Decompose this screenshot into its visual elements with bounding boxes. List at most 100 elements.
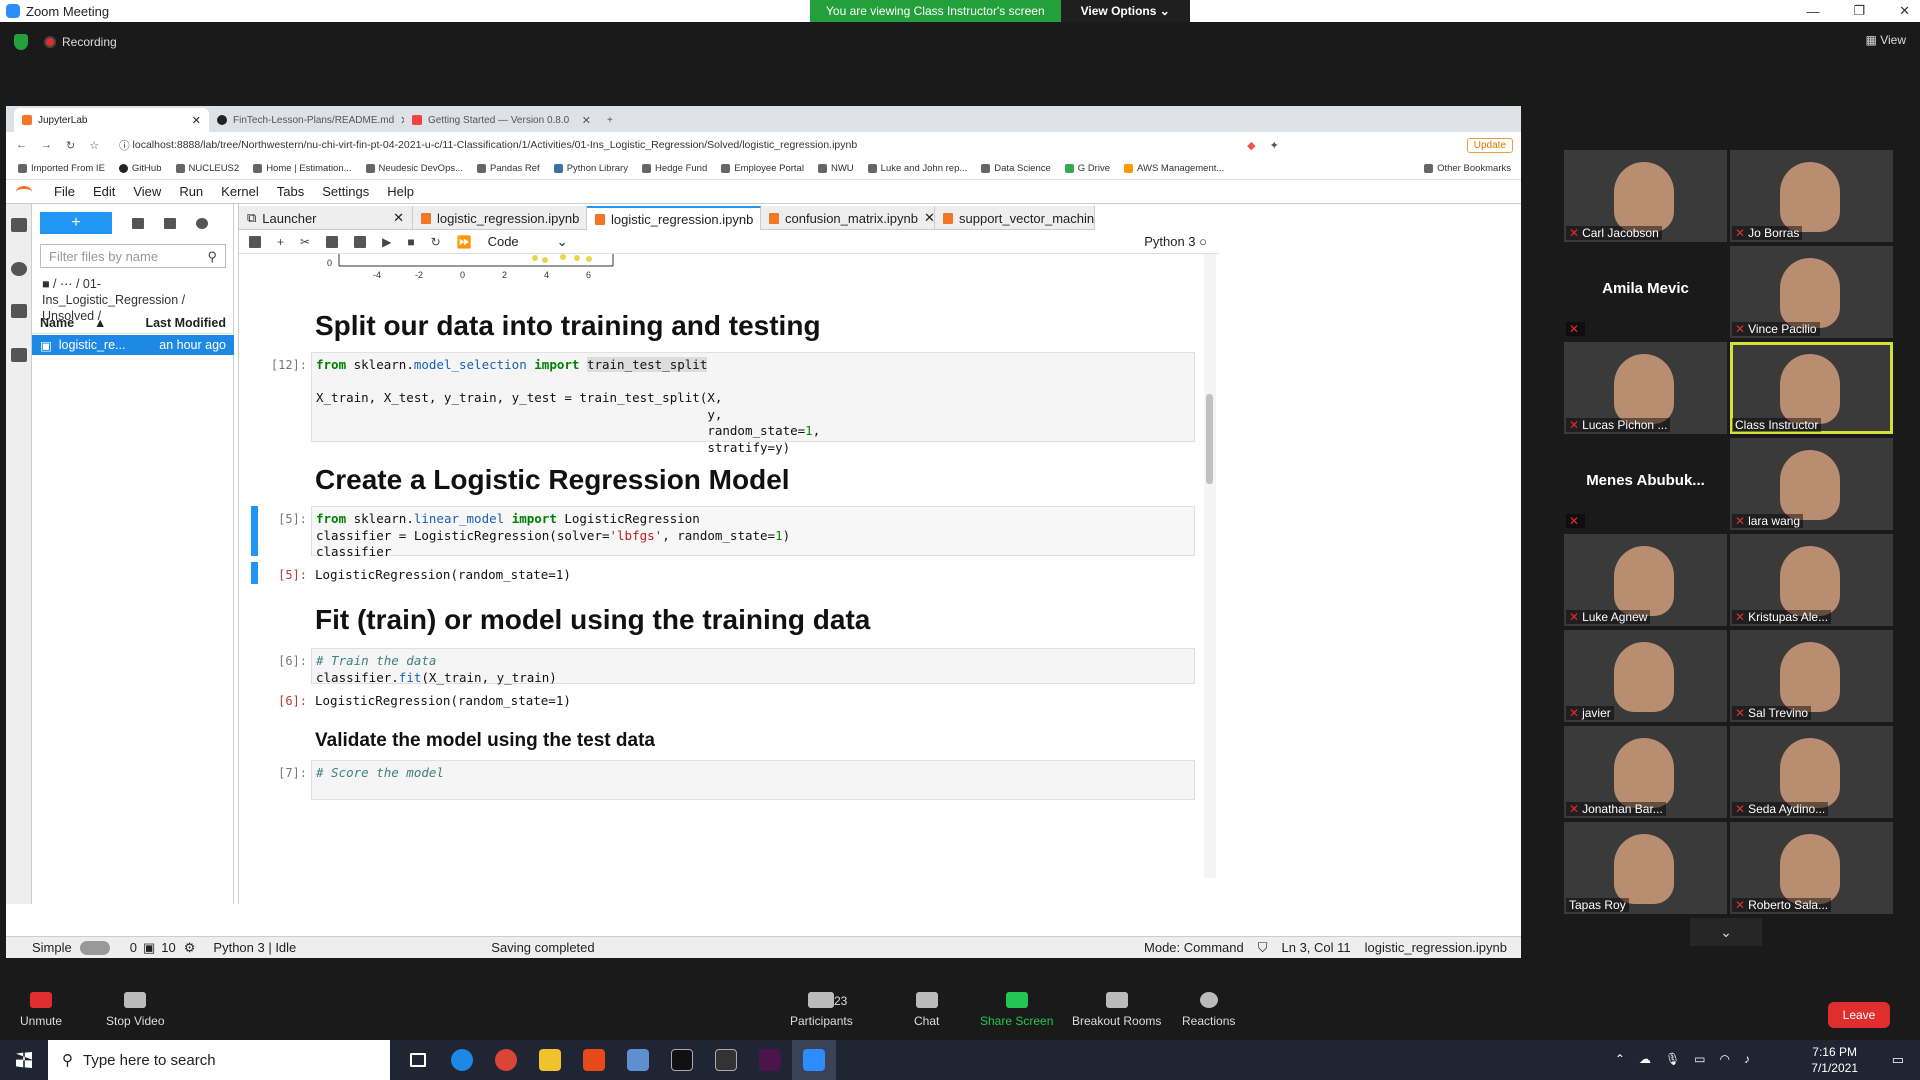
running-icon[interactable] <box>11 262 27 276</box>
code-cell-6[interactable]: # Train the data classifier.fit(X_train,… <box>311 648 1195 685</box>
zoom-app-icon[interactable] <box>792 1040 836 1080</box>
file-explorer-icon[interactable] <box>528 1040 572 1080</box>
participant-tile[interactable]: ✕ Kristupas Ale... <box>1730 534 1893 626</box>
code-cell-5[interactable]: from sklearn.linear_model import Logisti… <box>311 506 1195 559</box>
new-folder-icon[interactable] <box>132 217 144 229</box>
mic-icon[interactable]: 🎙 <box>1665 1052 1680 1066</box>
tab-notebook[interactable]: logistic_regression.ipynb✕ <box>413 206 587 230</box>
menu-file[interactable]: File <box>54 184 75 199</box>
extension-icon[interactable] <box>11 348 27 362</box>
leave-button[interactable]: Leave <box>1828 1002 1890 1028</box>
stop-video-button[interactable]: Stop Video <box>106 992 165 1028</box>
calculator-icon[interactable] <box>616 1040 660 1080</box>
unmute-button[interactable]: Unmute <box>20 992 62 1028</box>
brave-shield-icon[interactable]: ◆ <box>1247 139 1255 152</box>
notifications-icon[interactable]: ▭ <box>1892 1052 1904 1068</box>
save-icon[interactable] <box>249 235 261 248</box>
chevron-up-icon[interactable]: ⌃ <box>1615 1052 1625 1066</box>
browser-tab-jupyterlab[interactable]: JupyterLab ✕ <box>14 108 209 132</box>
back-icon[interactable]: ← <box>16 139 27 151</box>
bookmark-item[interactable]: Luke and John rep... <box>867 163 967 174</box>
fast-forward-icon[interactable]: ⏩ <box>457 235 472 249</box>
edge-icon[interactable] <box>440 1040 484 1080</box>
kernel-status[interactable]: Python 3 | Idle <box>213 940 296 955</box>
view-options-button[interactable]: View Options ⌄ <box>1060 0 1190 22</box>
refresh-icon[interactable] <box>196 217 208 229</box>
close-tab-icon[interactable]: ✕ <box>192 114 201 127</box>
browser-tab-getting-started[interactable]: Getting Started — Version 0.8.0 ✕ <box>404 108 599 132</box>
code-cell-7[interactable]: # Score the model <box>311 760 1195 800</box>
stop-icon[interactable]: ■ <box>407 235 414 249</box>
menu-run[interactable]: Run <box>179 184 203 199</box>
view-button[interactable]: ▦ View <box>1866 33 1906 47</box>
forward-icon[interactable]: → <box>41 139 52 151</box>
participant-tile[interactable]: Tapas Roy <box>1564 822 1727 914</box>
close-tab-icon[interactable]: ✕ <box>582 114 591 127</box>
bookmark-item[interactable]: AWS Management... <box>1124 163 1224 174</box>
cut-icon[interactable]: ✂ <box>300 235 310 249</box>
restart-icon[interactable]: ↻ <box>431 235 441 249</box>
bookmark-item[interactable]: NWU <box>817 163 854 174</box>
participant-tile[interactable]: ✕ lara wang <box>1730 438 1893 530</box>
participant-tile[interactable]: ✕ Jonathan Bar... <box>1564 726 1727 818</box>
participant-tile[interactable]: Amila Mevic ✕ <box>1564 246 1727 338</box>
bookmark-item[interactable]: Employee Portal <box>721 163 804 174</box>
other-bookmarks[interactable]: Other Bookmarks <box>1424 163 1511 174</box>
tab-confusion-matrix[interactable]: confusion_matrix.ipynb ✕ <box>761 206 935 230</box>
notebook-scrollbar[interactable] <box>1204 254 1216 878</box>
toc-icon[interactable] <box>11 304 27 318</box>
minimize-icon[interactable]: — <box>1806 4 1819 19</box>
terminal-icon[interactable] <box>660 1040 704 1080</box>
gallery-next-button[interactable]: ⌄ <box>1690 918 1762 946</box>
share-screen-button[interactable]: Share Screen <box>980 992 1053 1028</box>
close-icon[interactable]: ✕ <box>1899 3 1910 19</box>
paste-icon[interactable] <box>354 235 367 248</box>
participant-tile[interactable]: ✕ Vince Pacilio <box>1730 246 1893 338</box>
wifi-icon[interactable]: ◠ <box>1720 1052 1730 1066</box>
restore-icon[interactable]: ❐ <box>1853 3 1865 19</box>
extensions-icon[interactable]: ✦ <box>1270 139 1279 152</box>
recording-label[interactable]: Recording <box>62 35 117 49</box>
chat-button[interactable]: Chat <box>914 992 939 1028</box>
simple-mode-toggle[interactable] <box>79 940 110 955</box>
address-bar[interactable]: ⓘ localhost:8888/lab/tree/Northwestern/n… <box>113 135 1233 155</box>
menu-help[interactable]: Help <box>387 184 414 199</box>
menu-view[interactable]: View <box>133 184 161 199</box>
volume-icon[interactable]: ♪ <box>1744 1052 1750 1066</box>
participant-tile[interactable]: ✕ Seda Aydino... <box>1730 726 1893 818</box>
clock[interactable]: 7:16 PM 7/1/2021 <box>1811 1044 1858 1076</box>
app-window-icon[interactable] <box>704 1040 748 1080</box>
bookmark-icon[interactable]: ☆ <box>89 139 99 152</box>
office-icon[interactable] <box>572 1040 616 1080</box>
close-icon[interactable]: ✕ <box>393 210 404 226</box>
participant-tile[interactable]: ✕ Roberto Sala... <box>1730 822 1893 914</box>
add-cell-icon[interactable]: + <box>277 235 284 249</box>
battery-icon[interactable]: ▭ <box>1694 1052 1705 1066</box>
task-view-icon[interactable] <box>396 1040 440 1080</box>
bookmark-item[interactable]: NUCLEUS2 <box>175 163 239 174</box>
cell-type-select[interactable]: Code ⌄ <box>488 234 568 250</box>
col-name[interactable]: Name <box>40 316 74 330</box>
start-button[interactable] <box>0 1040 48 1080</box>
new-launcher-button[interactable]: + <box>40 212 112 234</box>
run-icon[interactable]: ▶ <box>382 235 391 249</box>
bookmark-item[interactable]: Imported From IE <box>18 163 105 174</box>
bookmark-item[interactable]: Pandas Ref <box>477 163 540 174</box>
bookmark-item[interactable]: Data Science <box>981 163 1051 174</box>
breakout-rooms-button[interactable]: Breakout Rooms <box>1072 992 1161 1028</box>
participant-tile[interactable]: Menes Abubuk... ✕ <box>1564 438 1727 530</box>
taskbar-search[interactable]: ⚲ Type here to search <box>48 1040 390 1080</box>
file-row[interactable]: ▣ logistic_re... an hour ago <box>32 335 234 355</box>
filter-input[interactable]: Filter files by name ⚲ <box>40 244 226 268</box>
slack-icon[interactable] <box>748 1040 792 1080</box>
reactions-button[interactable]: Reactions <box>1182 992 1235 1028</box>
cursor-position[interactable]: Ln 3, Col 11 <box>1282 940 1351 955</box>
menu-kernel[interactable]: Kernel <box>221 184 259 199</box>
code-cell-12[interactable]: from sklearn.model_selection import trai… <box>311 352 1195 455</box>
bookmark-item[interactable]: Neudesic DevOps... <box>365 163 463 174</box>
browser-tab-github[interactable]: FinTech-Lesson-Plans/README.md✕ <box>209 108 404 132</box>
col-modified[interactable]: Last Modified <box>145 316 226 330</box>
participant-tile[interactable]: ✕ Jo Borras <box>1730 150 1893 242</box>
cloud-icon[interactable]: ☁ <box>1639 1052 1651 1066</box>
bookmark-item[interactable]: Python Library <box>553 163 628 174</box>
